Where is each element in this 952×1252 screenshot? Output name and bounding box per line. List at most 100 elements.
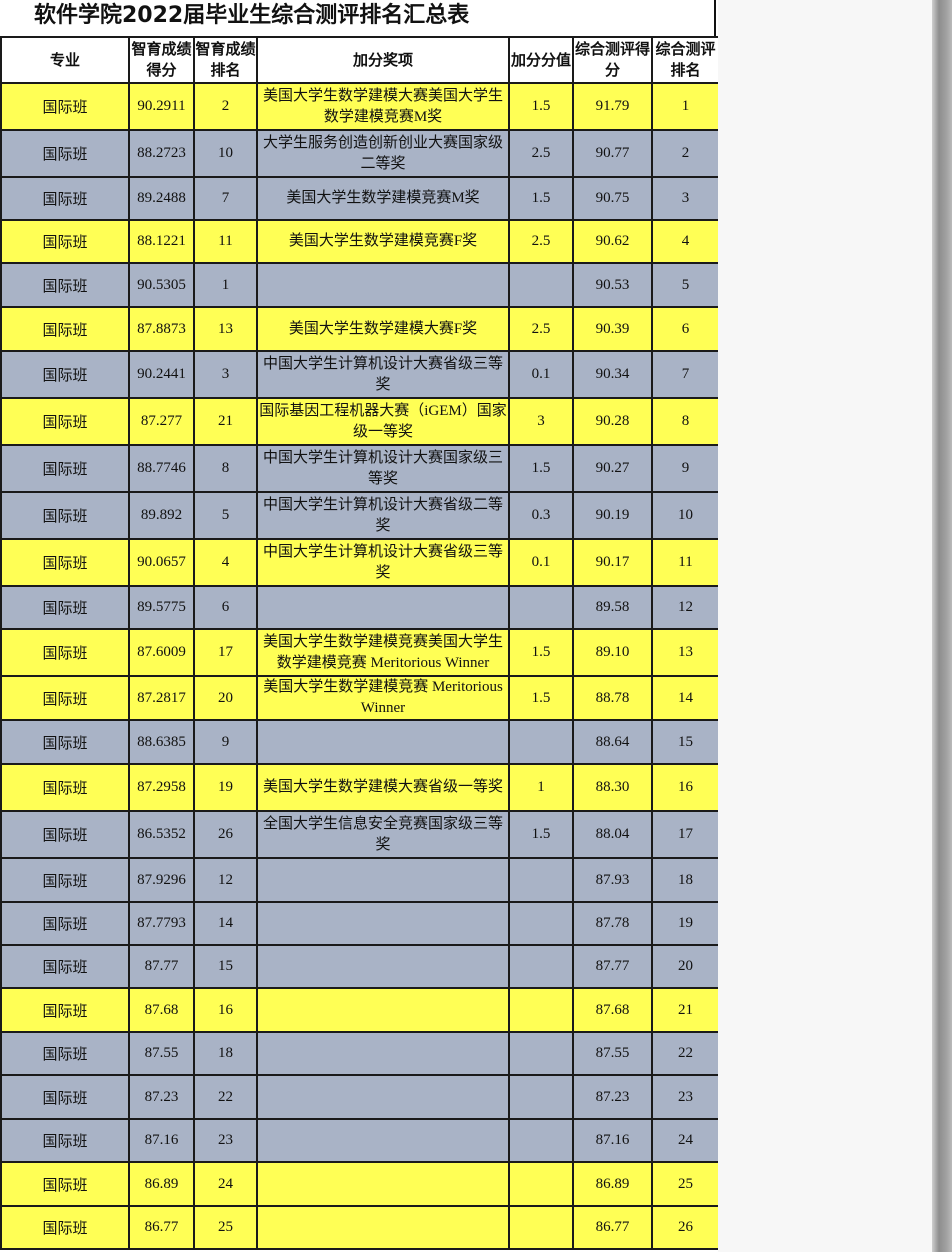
major-cell: 国际班 <box>0 944 130 989</box>
score-rank-cell: 18 <box>193 1031 258 1076</box>
score-cell: 87.6009 <box>128 628 195 677</box>
score-rank-cell: 14 <box>193 901 258 946</box>
table-row: 国际班 87.68 16 87.68 21 <box>0 987 718 1033</box>
major-cell: 国际班 <box>0 1074 130 1120</box>
score-cell: 86.77 <box>128 1205 195 1250</box>
score-cell: 87.68 <box>128 987 195 1033</box>
score-rank-cell: 10 <box>193 129 258 178</box>
table-row: 国际班 88.1221 11 美国大学生数学建模竞赛F奖 2.5 90.62 4 <box>0 219 718 264</box>
bonus-cell: 1.5 <box>508 444 574 493</box>
table-row: 国际班 87.8873 13 美国大学生数学建模大赛F奖 2.5 90.39 6 <box>0 306 718 352</box>
total-cell: 86.77 <box>572 1205 653 1250</box>
award-cell <box>256 1205 510 1250</box>
major-cell: 国际班 <box>0 585 130 630</box>
total-cell: 87.23 <box>572 1074 653 1120</box>
score-rank-cell: 3 <box>193 350 258 399</box>
major-cell: 国际班 <box>0 491 130 540</box>
bonus-cell: 1.5 <box>508 810 574 859</box>
total-cell: 87.93 <box>572 857 653 903</box>
score-cell: 87.2958 <box>128 763 195 812</box>
award-cell <box>256 585 510 630</box>
award-cell: 中国大学生计算机设计大赛省级二等奖 <box>256 491 510 540</box>
table-row: 国际班 87.2817 20 美国大学生数学建模竞赛 Meritorious Winn… <box>0 675 718 721</box>
major-cell: 国际班 <box>0 219 130 264</box>
table-row: 国际班 88.2723 10 大学生服务创造创新创业大赛国家级二等奖 2.5 90.77 2 <box>0 129 718 178</box>
award-cell: 美国大学生数学建模竞赛M奖 <box>256 176 510 221</box>
score-cell: 87.77 <box>128 944 195 989</box>
award-cell <box>256 262 510 308</box>
score-rank-cell: 7 <box>193 176 258 221</box>
header-bonus: 加分分值 <box>508 36 574 84</box>
bonus-cell <box>508 857 574 903</box>
score-cell: 86.5352 <box>128 810 195 859</box>
bonus-cell: 2.5 <box>508 306 574 352</box>
score-cell: 87.9296 <box>128 857 195 903</box>
bonus-cell <box>508 1205 574 1250</box>
score-rank-cell: 20 <box>193 675 258 721</box>
total-cell: 89.10 <box>572 628 653 677</box>
table-row: 国际班 90.5305 1 90.53 5 <box>0 262 718 308</box>
header-total: 综合测评得分 <box>572 36 653 84</box>
score-rank-cell: 22 <box>193 1074 258 1120</box>
table-row: 国际班 90.2441 3 中国大学生计算机设计大赛省级三等奖 0.1 90.34 7 <box>0 350 718 399</box>
major-cell: 国际班 <box>0 1161 130 1207</box>
total-cell: 90.75 <box>572 176 653 221</box>
score-rank-cell: 8 <box>193 444 258 493</box>
major-cell: 国际班 <box>0 810 130 859</box>
total-rank-cell: 13 <box>651 628 718 677</box>
score-cell: 87.2817 <box>128 675 195 721</box>
table-row: 国际班 87.277 21 国际基因工程机器大赛（iGEM）国家级一等奖 3 90.28 8 <box>0 397 718 446</box>
bonus-cell <box>508 585 574 630</box>
score-cell: 90.0657 <box>128 538 195 587</box>
table-row: 国际班 88.7746 8 中国大学生计算机设计大赛国家级三等奖 1.5 90.27 9 <box>0 444 718 493</box>
major-cell: 国际班 <box>0 176 130 221</box>
major-cell: 国际班 <box>0 129 130 178</box>
total-rank-cell: 20 <box>651 944 718 989</box>
major-cell: 国际班 <box>0 1205 130 1250</box>
total-rank-cell: 22 <box>651 1031 718 1076</box>
table-body: 国际班 90.2911 2 美国大学生数学建模大赛美国大学生数学建模竞赛M奖 1.5 91… <box>0 82 718 1250</box>
major-cell: 国际班 <box>0 901 130 946</box>
background-margin <box>718 0 932 1252</box>
award-cell <box>256 1031 510 1076</box>
award-cell <box>256 857 510 903</box>
score-cell: 89.2488 <box>128 176 195 221</box>
award-cell <box>256 901 510 946</box>
table-row: 国际班 87.7793 14 87.78 19 <box>0 901 718 946</box>
award-cell: 美国大学生数学建模竞赛 Meritorious Winner <box>256 675 510 721</box>
total-rank-cell: 1 <box>651 82 718 131</box>
total-rank-cell: 16 <box>651 763 718 812</box>
total-cell: 86.89 <box>572 1161 653 1207</box>
total-cell: 88.04 <box>572 810 653 859</box>
total-rank-cell: 3 <box>651 176 718 221</box>
header-score-rank: 智育成绩排名 <box>193 36 258 84</box>
major-cell: 国际班 <box>0 262 130 308</box>
total-rank-cell: 21 <box>651 987 718 1033</box>
total-rank-cell: 24 <box>651 1118 718 1163</box>
total-rank-cell: 6 <box>651 306 718 352</box>
score-cell: 90.2911 <box>128 82 195 131</box>
major-cell: 国际班 <box>0 306 130 352</box>
total-cell: 90.53 <box>572 262 653 308</box>
total-rank-cell: 26 <box>651 1205 718 1250</box>
total-rank-cell: 5 <box>651 262 718 308</box>
table-row: 国际班 90.0657 4 中国大学生计算机设计大赛省级三等奖 0.1 90.17 11 <box>0 538 718 587</box>
award-cell <box>256 719 510 765</box>
total-cell: 87.78 <box>572 901 653 946</box>
total-rank-cell: 7 <box>651 350 718 399</box>
award-cell: 美国大学生数学建模竞赛美国大学生数学建模竞赛 Meritorious Winne… <box>256 628 510 677</box>
total-rank-cell: 11 <box>651 538 718 587</box>
table-row: 国际班 90.2911 2 美国大学生数学建模大赛美国大学生数学建模竞赛M奖 1.5 91… <box>0 82 718 131</box>
score-rank-cell: 13 <box>193 306 258 352</box>
award-cell <box>256 944 510 989</box>
total-cell: 90.62 <box>572 219 653 264</box>
total-rank-cell: 15 <box>651 719 718 765</box>
total-rank-cell: 17 <box>651 810 718 859</box>
score-cell: 87.7793 <box>128 901 195 946</box>
major-cell: 国际班 <box>0 397 130 446</box>
score-cell: 90.5305 <box>128 262 195 308</box>
award-cell: 中国大学生计算机设计大赛国家级三等奖 <box>256 444 510 493</box>
total-rank-cell: 18 <box>651 857 718 903</box>
award-cell: 全国大学生信息安全竞赛国家级三等奖 <box>256 810 510 859</box>
table-row: 国际班 89.5775 6 89.58 12 <box>0 585 718 630</box>
